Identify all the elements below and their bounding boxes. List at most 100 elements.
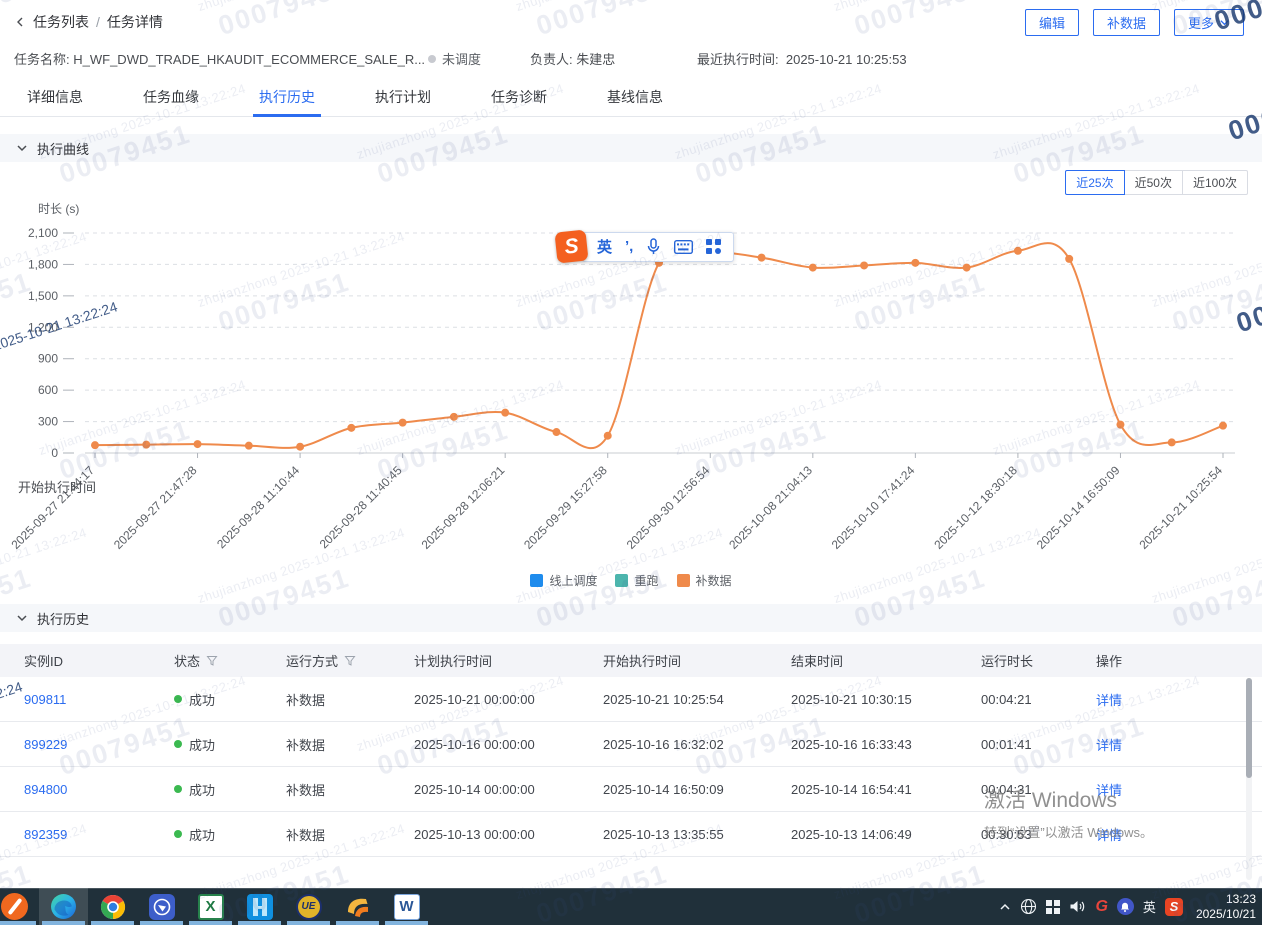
filter-funnel-icon[interactable] <box>344 655 356 667</box>
legend-swatch-icon <box>677 574 690 587</box>
status-cell: 成功 <box>174 735 286 754</box>
x-axis-title: 开始执行时间 <box>18 477 96 496</box>
sogou-ime-toolbar: S 英 ’, <box>556 231 734 262</box>
end-time-cell: 2025-10-14 16:54:41 <box>791 782 981 797</box>
data-point[interactable] <box>91 441 99 449</box>
data-point[interactable] <box>860 261 868 269</box>
instance-id-link[interactable]: 892359 <box>24 827 67 842</box>
planned-time-cell: 2025-10-14 00:00:00 <box>414 782 603 797</box>
svg-text:1,200: 1,200 <box>28 320 58 334</box>
chrome-app-icon[interactable] <box>88 888 137 925</box>
edit-button[interactable]: 编辑 <box>1025 9 1079 36</box>
data-point[interactable] <box>1168 438 1176 446</box>
column-header-7: 操作 <box>1096 651 1262 670</box>
hbuilder-app-icon[interactable] <box>235 888 284 925</box>
foxmail-app-icon[interactable] <box>333 888 382 925</box>
more-button[interactable]: 更多 <box>1174 9 1244 36</box>
topbar: 任务列表 / 任务详情 编辑 补数据 更多 <box>0 0 1262 42</box>
network-globe-icon[interactable] <box>1020 898 1037 915</box>
data-point[interactable] <box>758 254 766 262</box>
tray-g-app-icon[interactable]: G <box>1095 898 1107 916</box>
input-language-indicator[interactable]: 英 <box>1143 897 1156 916</box>
run-type-cell: 补数据 <box>286 780 414 799</box>
column-header-2: 运行方式 <box>286 651 414 670</box>
data-point[interactable] <box>963 264 971 272</box>
detail-link[interactable]: 详情 <box>1096 783 1122 798</box>
backfill-button[interactable]: 补数据 <box>1093 9 1160 36</box>
back-icon[interactable] <box>14 16 26 28</box>
history-section-title: 执行历史 <box>37 609 89 628</box>
sogou-logo-icon[interactable]: S <box>554 229 588 263</box>
detail-link[interactable]: 详情 <box>1096 738 1122 753</box>
ime-punctuation-toggle[interactable]: ’, <box>625 238 633 255</box>
end-time-cell: 2025-10-21 10:30:15 <box>791 692 981 707</box>
data-point[interactable] <box>604 432 612 440</box>
breadcrumb: 任务列表 / 任务详情 <box>14 12 163 32</box>
data-point[interactable] <box>809 264 817 272</box>
range-button-0[interactable]: 近25次 <box>1065 170 1124 195</box>
taskbar-apps: X UE W <box>0 888 431 925</box>
legend-item[interactable]: 补数据 <box>677 572 732 589</box>
data-point[interactable] <box>399 419 407 427</box>
tab-3[interactable]: 执行计划 <box>372 79 434 116</box>
data-point[interactable] <box>1219 422 1227 430</box>
data-point[interactable] <box>1065 255 1073 263</box>
breadcrumb-task-list[interactable]: 任务列表 <box>33 12 89 32</box>
volume-icon[interactable] <box>1069 899 1086 914</box>
instance-id-link[interactable]: 909811 <box>24 692 66 707</box>
edge-app-icon[interactable] <box>39 888 88 925</box>
windows-security-icon[interactable] <box>1046 900 1060 914</box>
detail-link[interactable]: 详情 <box>1096 828 1122 843</box>
toolbox-grid-icon[interactable] <box>706 239 721 254</box>
table-row: 909811成功补数据2025-10-21 00:00:002025-10-21… <box>0 677 1262 722</box>
soft-keyboard-icon[interactable] <box>674 240 693 254</box>
start-time-cell: 2025-10-14 16:50:09 <box>603 782 791 797</box>
detail-link[interactable]: 详情 <box>1096 693 1122 708</box>
tab-2[interactable]: 执行历史 <box>256 79 318 116</box>
status-cell: 成功 <box>174 825 286 844</box>
tab-1[interactable]: 任务血缘 <box>140 79 202 116</box>
tab-0[interactable]: 详细信息 <box>24 79 86 116</box>
task-name: 任务名称: H_WF_DWD_TRADE_HKAUDIT_ECOMMERCE_S… <box>14 49 425 68</box>
legend-item[interactable]: 重跑 <box>615 572 658 589</box>
data-point[interactable] <box>194 440 202 448</box>
tray-notification-app-icon[interactable] <box>1117 898 1134 915</box>
data-point[interactable] <box>552 428 560 436</box>
data-point[interactable] <box>296 443 304 451</box>
excel-app-icon[interactable]: X <box>186 888 235 925</box>
tray-chevron-up-icon[interactable] <box>999 901 1011 913</box>
curve-section-header[interactable]: 执行曲线 <box>0 134 1262 162</box>
dingtalk-app-icon[interactable] <box>137 888 186 925</box>
launcher-app-icon[interactable] <box>0 888 39 925</box>
instance-id-link[interactable]: 899229 <box>24 737 67 752</box>
word-app-icon[interactable]: W <box>382 888 431 925</box>
planned-time-cell: 2025-10-16 00:00:00 <box>414 737 603 752</box>
data-point[interactable] <box>1116 421 1124 429</box>
taskbar-clock[interactable]: 13:23 2025/10/21 <box>1196 892 1256 922</box>
data-point[interactable] <box>347 424 355 432</box>
tab-4[interactable]: 任务诊断 <box>488 79 550 116</box>
data-point[interactable] <box>142 441 150 449</box>
ime-language-toggle[interactable]: 英 <box>597 236 612 257</box>
instance-id-link[interactable]: 894800 <box>24 782 67 797</box>
ultraedit-app-icon[interactable]: UE <box>284 888 333 925</box>
tab-5[interactable]: 基线信息 <box>604 79 666 116</box>
data-point[interactable] <box>911 259 919 267</box>
history-section-header[interactable]: 执行历史 <box>0 604 1262 632</box>
data-point[interactable] <box>245 442 253 450</box>
microphone-icon[interactable] <box>646 238 661 255</box>
data-point[interactable] <box>501 409 509 417</box>
legend-item[interactable]: 线上调度 <box>530 572 597 589</box>
sogou-tray-icon[interactable]: S <box>1165 898 1183 916</box>
svg-text:2025-09-28 12:06:21: 2025-09-28 12:06:21 <box>419 463 508 552</box>
filter-funnel-icon[interactable] <box>206 655 218 667</box>
series-markers <box>91 247 1227 451</box>
status-dot-icon <box>428 55 436 63</box>
svg-text:1,500: 1,500 <box>28 289 58 303</box>
svg-text:2,100: 2,100 <box>28 226 58 240</box>
task-owner: 负责人: 朱建忠 <box>530 49 615 68</box>
data-point[interactable] <box>1014 247 1022 255</box>
data-point[interactable] <box>450 413 458 421</box>
scrollbar-thumb[interactable] <box>1246 678 1252 778</box>
table-scrollbar[interactable] <box>1246 678 1252 880</box>
